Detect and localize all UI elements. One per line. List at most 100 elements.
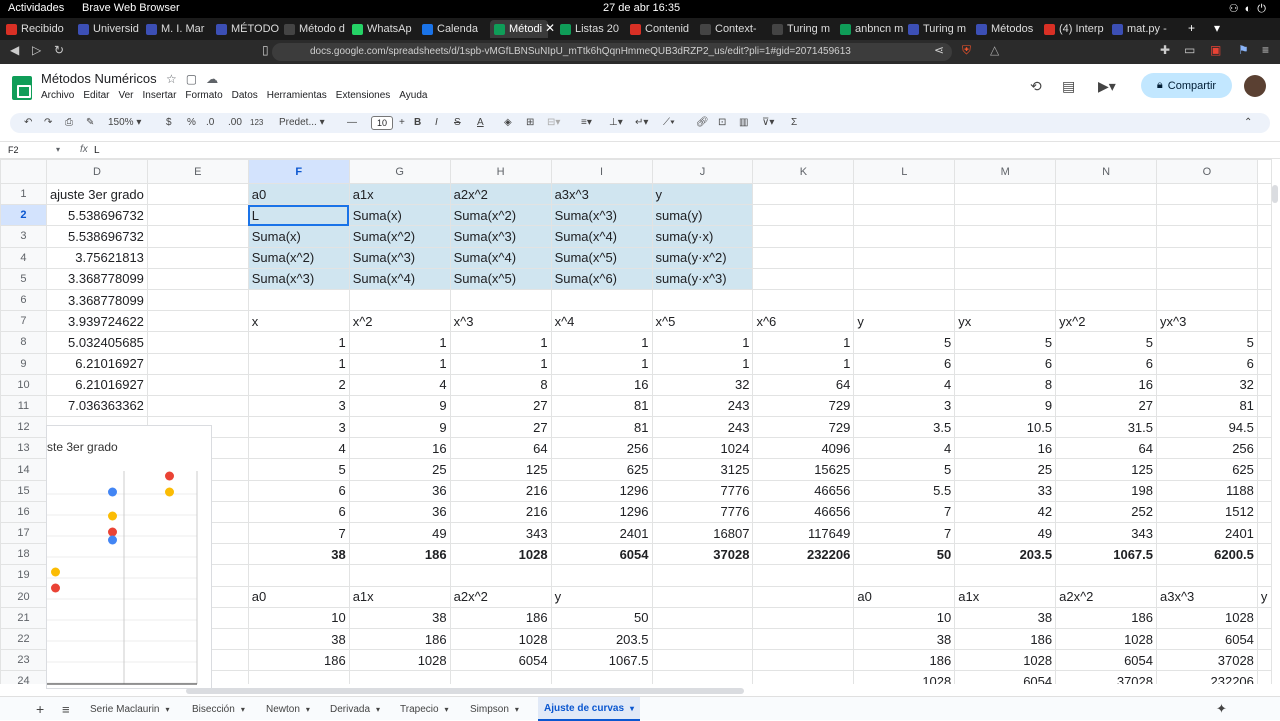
sheet-tab[interactable]: Serie Maclaurin ▾ bbox=[90, 697, 170, 721]
cell[interactable] bbox=[752, 649, 855, 672]
cell[interactable]: 1512 bbox=[1156, 500, 1258, 524]
cell[interactable] bbox=[1256, 543, 1272, 566]
cell[interactable]: 36 bbox=[348, 500, 451, 524]
new-tab-icon[interactable]: + bbox=[1188, 21, 1195, 35]
cell[interactable] bbox=[1256, 352, 1272, 375]
bold-button[interactable]: B bbox=[414, 117, 421, 128]
cell[interactable] bbox=[247, 288, 350, 312]
row-header[interactable]: 18 bbox=[0, 543, 47, 566]
cell[interactable]: 16 bbox=[954, 437, 1057, 460]
cell[interactable] bbox=[1256, 267, 1272, 290]
menu-item-editar[interactable]: Editar bbox=[83, 90, 109, 101]
cell[interactable]: 729 bbox=[752, 394, 855, 418]
cell[interactable]: 5.5 bbox=[853, 479, 956, 502]
cell[interactable]: 232206 bbox=[752, 543, 855, 566]
column-header-k[interactable]: K bbox=[752, 159, 855, 184]
cell[interactable]: 42 bbox=[954, 500, 1057, 524]
cell[interactable]: 64 bbox=[449, 437, 552, 460]
cell[interactable] bbox=[1256, 416, 1272, 439]
cell[interactable] bbox=[752, 288, 855, 312]
row-header[interactable]: 19 bbox=[0, 564, 47, 587]
cell[interactable]: 3.939724622 bbox=[45, 310, 148, 333]
vertical-align-icon[interactable]: ⊥▾ bbox=[609, 117, 623, 128]
cell[interactable] bbox=[853, 246, 956, 269]
cell[interactable] bbox=[752, 267, 855, 290]
cell[interactable] bbox=[146, 267, 249, 290]
cell[interactable]: 256 bbox=[1156, 437, 1258, 460]
menu-item-datos[interactable]: Datos bbox=[232, 90, 258, 101]
cell[interactable]: 343 bbox=[1055, 521, 1157, 545]
cell[interactable]: 3125 bbox=[651, 458, 754, 481]
cell[interactable]: y bbox=[1256, 585, 1272, 608]
number-format-button[interactable]: 123 bbox=[250, 118, 263, 127]
cell[interactable]: 6 bbox=[853, 352, 956, 375]
menu-item-ver[interactable]: Ver bbox=[118, 90, 133, 101]
document-title[interactable]: Métodos Numéricos bbox=[41, 71, 157, 86]
cell[interactable]: 10 bbox=[853, 606, 956, 629]
cell[interactable] bbox=[954, 288, 1057, 312]
cell[interactable]: 16807 bbox=[651, 521, 754, 545]
cell[interactable] bbox=[1156, 246, 1258, 269]
cell[interactable]: 6 bbox=[1156, 352, 1258, 375]
cell[interactable]: 625 bbox=[550, 458, 653, 481]
explore-icon[interactable]: ✦ bbox=[1216, 697, 1227, 721]
cell[interactable]: 10.5 bbox=[954, 416, 1057, 439]
cell[interactable] bbox=[1055, 564, 1157, 587]
cell[interactable]: 186 bbox=[247, 649, 350, 672]
cell[interactable]: 4096 bbox=[752, 437, 855, 460]
chart-point[interactable] bbox=[108, 535, 117, 545]
cell[interactable] bbox=[651, 649, 754, 672]
cell[interactable]: 94.5 bbox=[1156, 416, 1258, 439]
cell[interactable] bbox=[1256, 500, 1272, 524]
menu-item-ayuda[interactable]: Ayuda bbox=[399, 90, 427, 101]
cell[interactable]: 3.368778099 bbox=[45, 267, 148, 290]
cell[interactable]: 4 bbox=[853, 373, 956, 396]
cell[interactable]: 216 bbox=[449, 500, 552, 524]
cell[interactable] bbox=[954, 564, 1057, 587]
font-size-input[interactable]: 10 bbox=[371, 116, 393, 130]
cell[interactable]: 186 bbox=[449, 606, 552, 629]
cell[interactable]: 1028 bbox=[449, 543, 552, 566]
menu-item-formato[interactable]: Formato bbox=[185, 90, 222, 101]
cell[interactable]: 36 bbox=[348, 479, 451, 502]
cell[interactable]: Suma(x^5) bbox=[449, 267, 552, 290]
cell[interactable] bbox=[348, 670, 451, 684]
row-header[interactable]: 3 bbox=[0, 225, 47, 248]
cell[interactable]: 186 bbox=[348, 543, 451, 566]
cell[interactable]: a0 bbox=[247, 182, 350, 206]
column-header-f[interactable]: F bbox=[247, 159, 350, 184]
cell[interactable]: yx^3 bbox=[1156, 310, 1258, 333]
fill-color-icon[interactable]: ◈ bbox=[504, 117, 512, 128]
cell[interactable]: 5.538696732 bbox=[45, 204, 148, 227]
cell[interactable]: yx^2 bbox=[1055, 310, 1157, 333]
text-rotation-icon[interactable]: ⟋▾ bbox=[663, 117, 675, 128]
paint-format-icon[interactable]: ✎ bbox=[86, 117, 94, 128]
cell[interactable]: Suma(x^3) bbox=[348, 246, 451, 269]
cell[interactable]: 6 bbox=[1055, 352, 1157, 375]
cell[interactable] bbox=[247, 564, 350, 587]
cell[interactable]: Suma(x^3) bbox=[449, 225, 552, 248]
cell[interactable] bbox=[1156, 564, 1258, 587]
cell[interactable]: 49 bbox=[348, 521, 451, 545]
cell[interactable]: 5 bbox=[954, 331, 1057, 354]
cell[interactable]: Suma(x^4) bbox=[348, 267, 451, 290]
cell[interactable] bbox=[1256, 670, 1272, 684]
strikethrough-icon[interactable]: S bbox=[454, 117, 461, 128]
chevron-down-icon[interactable]: ▾ bbox=[445, 705, 449, 714]
cell[interactable]: 7 bbox=[853, 521, 956, 545]
cell[interactable] bbox=[853, 288, 956, 312]
text-wrap-icon[interactable]: ↵▾ bbox=[635, 117, 648, 128]
cell[interactable] bbox=[1256, 331, 1272, 354]
cell[interactable] bbox=[1055, 204, 1157, 227]
cell[interactable]: 1296 bbox=[550, 479, 653, 502]
history-icon[interactable]: ⟲ bbox=[1030, 78, 1042, 95]
column-header-h[interactable]: H bbox=[449, 159, 552, 184]
cell[interactable]: 729 bbox=[752, 416, 855, 439]
cell[interactable]: suma(y·x^2) bbox=[651, 246, 754, 269]
sidebar-icon[interactable]: ▭ bbox=[1184, 43, 1195, 57]
cell[interactable]: a2x^2 bbox=[1055, 585, 1157, 608]
cell[interactable] bbox=[1156, 267, 1258, 290]
brave-shields-icon[interactable]: ⛨ bbox=[962, 43, 971, 58]
cell[interactable]: x bbox=[247, 310, 350, 333]
cell[interactable]: 3.368778099 bbox=[45, 288, 148, 312]
